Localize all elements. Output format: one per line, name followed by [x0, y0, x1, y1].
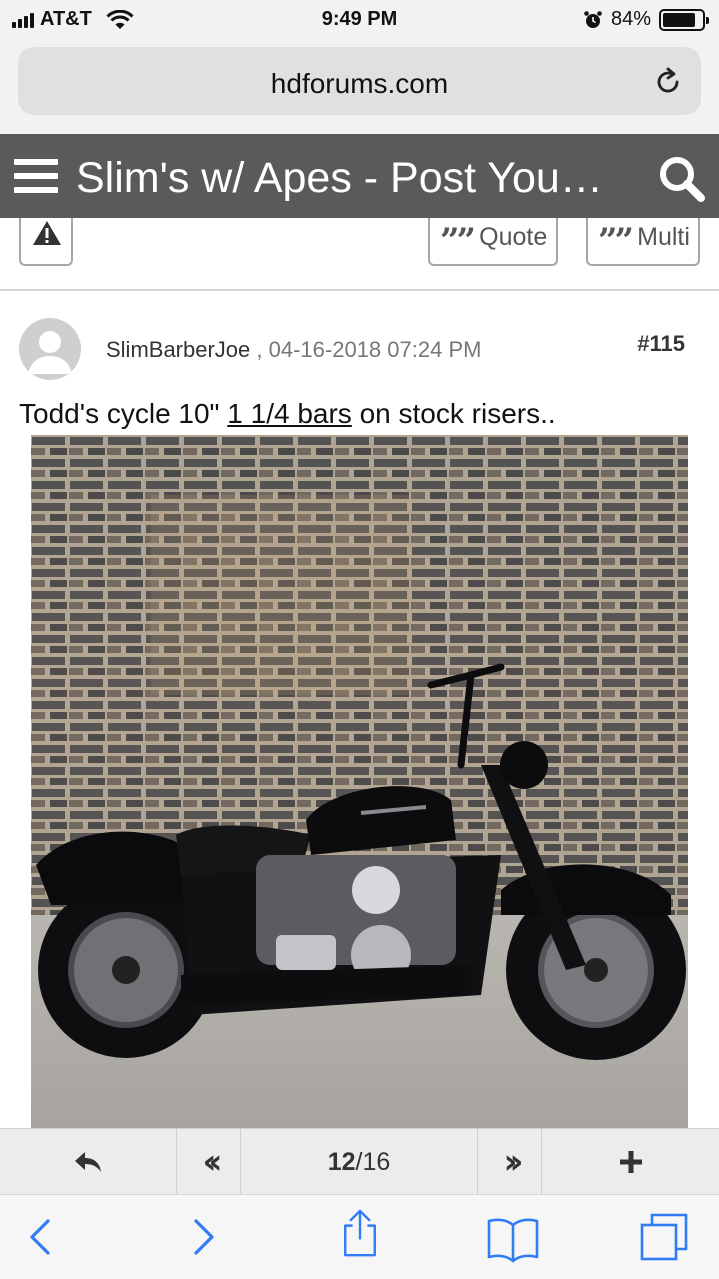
post-divider [0, 289, 719, 291]
menu-icon[interactable] [14, 159, 58, 193]
add-reply-button[interactable] [542, 1129, 719, 1195]
tabs-icon[interactable] [640, 1213, 688, 1261]
multi-quote-button[interactable]: ”” Multi [586, 210, 700, 266]
user-icon [28, 331, 72, 374]
forum-header: Slim's w/ Apes - Post You… [0, 134, 719, 218]
post-meta: SlimBarberJoe , 04-16-2018 07:24 PM [106, 337, 481, 363]
battery-icon [659, 8, 709, 31]
multi-label: Multi [637, 222, 690, 251]
plus-icon [619, 1151, 642, 1173]
pagination-bar: ‹‹ 12/16 ›› [0, 1128, 719, 1195]
alarm-icon [584, 10, 602, 28]
quote-mark-icon: ”” [440, 221, 476, 261]
quote-label: Quote [479, 222, 548, 251]
total-pages: /16 [355, 1147, 391, 1176]
quote-mark-icon: ”” [598, 221, 634, 261]
address-bar[interactable]: hdforums.com [18, 47, 701, 115]
reply-icon [75, 1152, 101, 1172]
first-page-button[interactable]: ‹‹ [177, 1129, 241, 1195]
post-photo[interactable] [31, 435, 688, 1128]
motorcycle-image [31, 435, 688, 1128]
book-icon[interactable] [486, 1215, 540, 1263]
post-number[interactable]: #115 [637, 331, 685, 357]
reload-icon[interactable] [651, 65, 685, 99]
report-button[interactable] [19, 210, 73, 266]
chevron-left-icon[interactable] [18, 1213, 66, 1261]
chevron-right-icon[interactable] [178, 1213, 226, 1261]
page-indicator[interactable]: 12/16 [241, 1129, 478, 1195]
url-text[interactable]: hdforums.com [18, 68, 701, 100]
current-page: 12 [327, 1147, 356, 1176]
status-bar: AT&T 9:49 PM 84% [0, 0, 719, 40]
post-text-start: Todd's cycle 10" [19, 398, 228, 429]
post-date: 04-16-2018 07:24 PM [268, 337, 482, 362]
post-link[interactable]: 1 1/4 bars [227, 398, 352, 429]
post-number-hash: # [637, 331, 650, 356]
post-text-end: on stock risers.. [351, 398, 556, 429]
double-chevron-right-icon: ›› [503, 1142, 523, 1182]
double-chevron-left-icon: ‹‹ [202, 1142, 222, 1182]
thread-title: Slim's w/ Apes - Post You… [76, 154, 603, 202]
search-icon[interactable] [657, 154, 705, 202]
last-page-button[interactable]: ›› [478, 1129, 542, 1195]
post-number-value: 115 [649, 331, 686, 356]
post-body: Todd's cycle 10" 1 1/4 bars on stock ris… [19, 398, 556, 430]
warning-icon [33, 221, 61, 245]
share-icon[interactable] [336, 1209, 384, 1257]
reply-button[interactable] [0, 1129, 177, 1195]
post-author[interactable]: SlimBarberJoe [106, 337, 250, 362]
battery-percent: 84% [610, 8, 651, 30]
avatar[interactable] [19, 318, 81, 380]
post-actions: ”” Quote ”” Multi [0, 210, 719, 290]
meta-separator: , [250, 337, 269, 362]
browser-chrome: hdforums.com [0, 40, 719, 134]
browser-toolbar [0, 1194, 719, 1279]
quote-button[interactable]: ”” Quote [428, 210, 558, 266]
status-right: 84% [583, 8, 709, 31]
